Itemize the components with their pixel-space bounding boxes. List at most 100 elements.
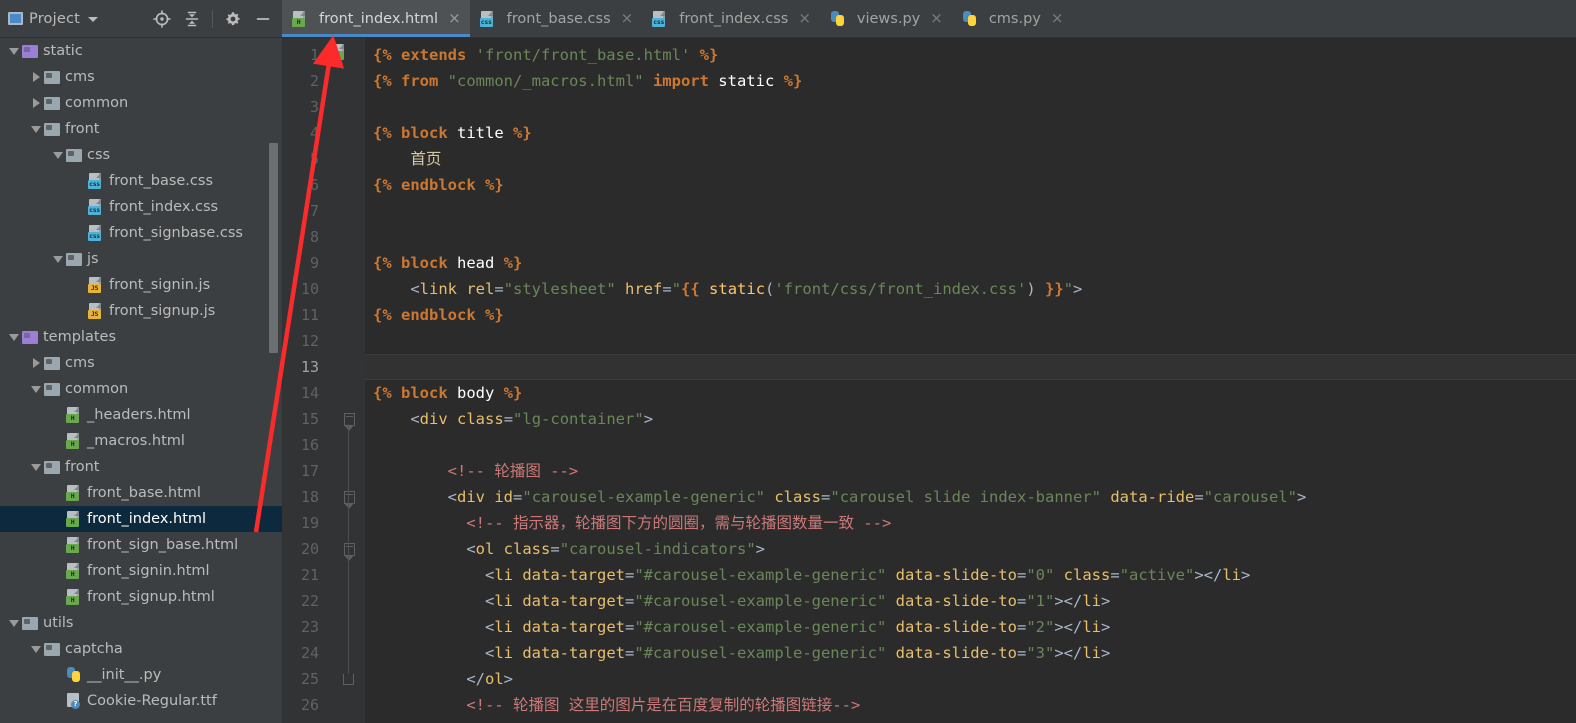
tree-vertical-scrollbar[interactable] [269, 143, 278, 353]
code-line[interactable] [365, 354, 1576, 380]
code-line[interactable]: <li data-target="#carousel-example-gener… [365, 640, 1576, 666]
chevron-down-icon[interactable] [28, 636, 44, 662]
code-folding-gutter[interactable]: H [329, 38, 365, 723]
editor-tab-cms-py[interactable]: cms.py × [952, 0, 1073, 37]
chevron-down-icon[interactable] [28, 454, 44, 480]
tree-folder-common[interactable]: common [0, 376, 282, 402]
editor-tab-front_base-css[interactable]: css front_base.css × [470, 0, 643, 37]
tree-file-_headers-html[interactable]: H _headers.html [0, 402, 282, 428]
code-token-punc [886, 566, 895, 584]
close-tab-icon[interactable]: × [621, 11, 634, 26]
tree-folder-templates[interactable]: templates [0, 324, 282, 350]
code-line[interactable]: <!-- 轮播图 --> [365, 458, 1576, 484]
tree-folder-static[interactable]: static [0, 38, 282, 64]
code-line[interactable]: 首页 [365, 146, 1576, 172]
code-line[interactable]: {% extends 'front/front_base.html' %} [365, 42, 1576, 68]
close-tab-icon[interactable]: × [798, 11, 811, 26]
chevron-down-icon[interactable] [88, 17, 99, 22]
code-line[interactable]: {% from "common/_macros.html" import sta… [365, 68, 1576, 94]
tree-file-front_index-html[interactable]: Hfront_index.html [0, 506, 282, 532]
tree-folder-front[interactable]: front [0, 454, 282, 480]
code-fold-collapse-icon[interactable] [343, 406, 355, 432]
code-line[interactable]: </ol> [365, 666, 1576, 692]
tree-folder-captcha[interactable]: captcha [0, 636, 282, 662]
project-file-tree[interactable]: static cms common front css css front_base.css… [0, 38, 283, 723]
chevron-down-icon[interactable] [6, 610, 22, 636]
code-line[interactable]: <!-- 轮播图 这里的图片是在百度复制的轮播图链接--> [365, 692, 1576, 718]
html-file-marker-icon: H [331, 44, 347, 60]
tree-file-front_signin-js[interactable]: JS front_signin.js [0, 272, 282, 298]
tree-folder-front[interactable]: front [0, 116, 282, 142]
code-line[interactable]: {% endblock %} [365, 302, 1576, 328]
locate-icon[interactable] [149, 6, 175, 32]
code-line[interactable]: <li data-target="#carousel-example-gener… [365, 614, 1576, 640]
chevron-down-icon[interactable] [50, 142, 66, 168]
tree-file-front_index-css[interactable]: css front_index.css [0, 194, 282, 220]
code-line[interactable] [365, 328, 1576, 354]
project-tool-window-button[interactable]: Project [8, 11, 99, 27]
code-token-str: "3" [1026, 644, 1055, 662]
code-line[interactable]: <!-- 指示器，轮播图下方的圆圈，需与轮播图数量一致 --> [365, 510, 1576, 536]
chevron-down-icon[interactable] [28, 376, 44, 402]
code-line[interactable]: {% block title %} [365, 120, 1576, 146]
tree-folder-cms[interactable]: cms [0, 350, 282, 376]
editor-tab-front_index-css[interactable]: css front_index.css × [642, 0, 820, 37]
code-line[interactable] [365, 432, 1576, 458]
chevron-down-icon[interactable] [50, 246, 66, 272]
chevron-right-icon[interactable] [28, 350, 44, 376]
tree-file-_macros-html[interactable]: H _macros.html [0, 428, 282, 454]
code-line[interactable]: <li data-target="#carousel-example-gener… [365, 588, 1576, 614]
editor-tab-views-py[interactable]: views.py × [820, 0, 952, 37]
tree-file-__init__-py[interactable]: __init__.py [0, 662, 282, 688]
folder-icon [22, 616, 38, 630]
tree-file-Cookie-Regular-ttf[interactable]: ? Cookie-Regular.ttf [0, 688, 282, 714]
code-line[interactable]: <link rel="stylesheet" href="{{ static('… [365, 276, 1576, 302]
code-line[interactable] [365, 224, 1576, 250]
close-tab-icon[interactable]: × [930, 11, 943, 26]
chevron-down-icon[interactable] [6, 38, 22, 64]
code-fold-collapse-icon[interactable] [343, 484, 355, 510]
code-line[interactable]: <div id="carousel-example-generic" class… [365, 484, 1576, 510]
tree-file-front_signbase-css[interactable]: css front_signbase.css [0, 220, 282, 246]
code-token-punc: = [821, 488, 831, 506]
minimize-icon[interactable] [250, 6, 276, 32]
settings-gear-icon[interactable] [220, 6, 246, 32]
code-fold-region-end[interactable] [343, 674, 354, 685]
code-line[interactable]: <ol class="carousel-indicators"> [365, 536, 1576, 562]
code-line[interactable]: {% endblock %} [365, 172, 1576, 198]
code-token-attrn: data-slide-to [895, 644, 1017, 662]
chevron-down-icon[interactable] [28, 116, 44, 142]
close-tab-icon[interactable]: × [1051, 11, 1064, 26]
tree-folder-common[interactable]: common [0, 90, 282, 116]
tree-folder-cms[interactable]: cms [0, 64, 282, 90]
code-line[interactable]: {% block head %} [365, 250, 1576, 276]
collapse-all-icon[interactable] [179, 6, 205, 32]
tree-file-front_base-css[interactable]: css front_base.css [0, 168, 282, 194]
tree-file-front_base-html[interactable]: Hfront_base.html [0, 480, 282, 506]
line-number: 20 [300, 540, 319, 558]
code-line[interactable] [365, 198, 1576, 224]
code-editor[interactable]: 1 2 3 4 5 6 7 8 9 10 11 12 13 14 15 16 17 18 19 20 21 22 23 24 2… [283, 38, 1576, 723]
code-fold-collapse-icon[interactable] [343, 536, 355, 562]
chevron-right-icon[interactable] [28, 90, 44, 116]
code-text-area[interactable]: {% extends 'front/front_base.html' %} {% … [365, 38, 1576, 723]
code-line[interactable] [365, 94, 1576, 120]
line-number: 8 [309, 228, 319, 246]
tree-folder-utils[interactable]: utils [0, 610, 282, 636]
tree-file-front_signup-js[interactable]: JS front_signup.js [0, 298, 282, 324]
close-tab-icon[interactable]: × [448, 11, 461, 26]
code-line[interactable]: <li data-target="#carousel-example-gener… [365, 562, 1576, 588]
code-token-punc: > [643, 410, 654, 428]
chevron-right-icon[interactable] [28, 64, 44, 90]
tree-file-front_sign_base-html[interactable]: Hfront_sign_base.html [0, 532, 282, 558]
code-line[interactable]: {% block body %} [365, 380, 1576, 406]
code-line[interactable]: <div class="lg-container"> [365, 406, 1576, 432]
editor-tab-front_index-html[interactable]: Hfront_index.html × [282, 0, 470, 37]
tree-file-front_signin-html[interactable]: Hfront_signin.html [0, 558, 282, 584]
tree-folder-js[interactable]: js [0, 246, 282, 272]
code-token-str: "0" [1026, 566, 1055, 584]
tree-folder-css[interactable]: css [0, 142, 282, 168]
tree-file-front_signup-html[interactable]: Hfront_signup.html [0, 584, 282, 610]
chevron-down-icon[interactable] [6, 324, 22, 350]
